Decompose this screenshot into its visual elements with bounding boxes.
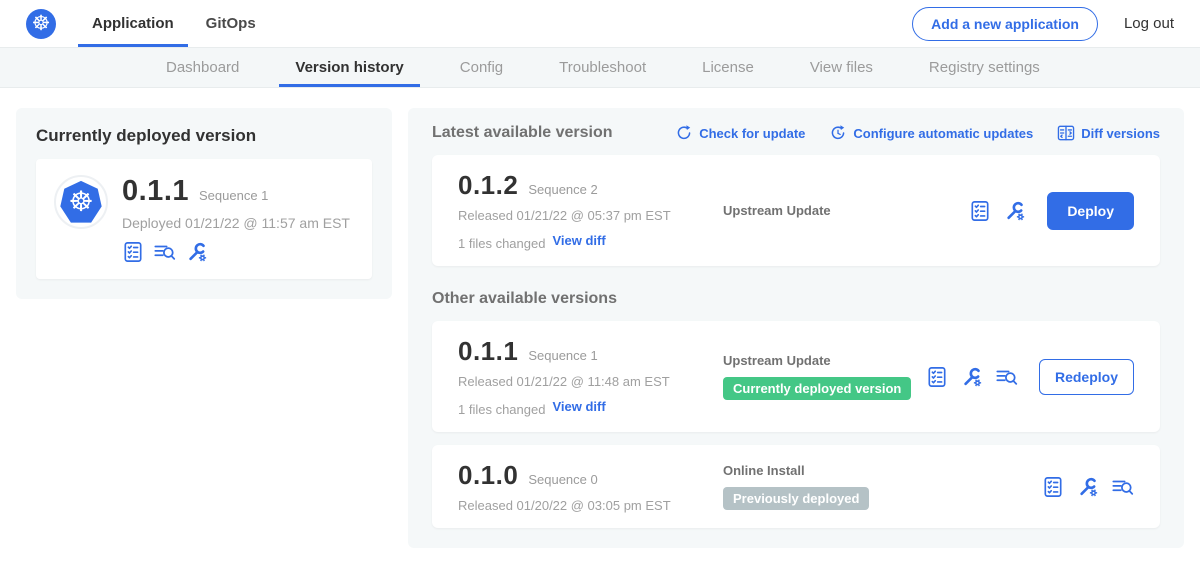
released-timestamp: Released 01/21/22 @ 05:37 pm EST [458, 208, 723, 223]
tab-license[interactable]: License [686, 48, 770, 87]
diff-icon [1057, 124, 1075, 142]
sequence-label: Sequence 1 [528, 348, 597, 363]
preflight-checks-icon[interactable] [1042, 476, 1064, 498]
tab-gitops[interactable]: GitOps [192, 0, 270, 47]
tab-application[interactable]: Application [78, 0, 188, 47]
refresh-icon [675, 124, 693, 142]
edit-config-icon[interactable] [186, 241, 208, 263]
released-timestamp: Released 01/20/22 @ 03:05 pm EST [458, 498, 723, 513]
check-for-update-link[interactable]: Check for update [675, 124, 805, 142]
tab-version-history[interactable]: Version history [279, 48, 419, 87]
clock-refresh-icon [829, 124, 847, 142]
configure-automatic-updates-link[interactable]: Configure automatic updates [829, 124, 1033, 142]
currently-deployed-badge: Currently deployed version [723, 377, 911, 400]
sequence-label: Sequence 2 [528, 182, 597, 197]
section-tabbar: Dashboard Version history Config Trouble… [0, 47, 1200, 88]
deploy-button[interactable]: Deploy [1047, 192, 1134, 230]
tab-troubleshoot[interactable]: Troubleshoot [543, 48, 662, 87]
tab-view-files[interactable]: View files [794, 48, 889, 87]
version-number: 0.1.0 [458, 460, 518, 491]
version-row-0-1-2: 0.1.2 Sequence 2 Released 01/21/22 @ 05:… [432, 155, 1160, 266]
redeploy-button[interactable]: Redeploy [1039, 359, 1134, 395]
files-changed-label: 1 files changed [458, 236, 545, 251]
edit-config-icon[interactable] [1004, 200, 1026, 222]
latest-version-header: Latest available version [432, 124, 613, 142]
deployed-version-card: ☸ 0.1.1 Sequence 1 Deployed 01/21/22 @ 1… [36, 159, 372, 279]
logout-button[interactable]: Log out [1124, 15, 1174, 32]
edit-config-icon[interactable] [1077, 476, 1099, 498]
deploy-logs-icon[interactable] [996, 366, 1018, 388]
version-source-label: Upstream Update [723, 203, 969, 218]
version-history-panel: Latest available version Check for updat… [408, 108, 1184, 548]
sequence-label: Sequence 0 [528, 472, 597, 487]
deployed-panel-title: Currently deployed version [36, 126, 372, 146]
tab-config[interactable]: Config [444, 48, 519, 87]
tab-dashboard[interactable]: Dashboard [150, 48, 255, 87]
tab-application-label: Application [92, 15, 174, 32]
deployed-sequence-label: Sequence 1 [199, 188, 268, 203]
files-changed-label: 1 files changed [458, 402, 545, 417]
edit-config-icon[interactable] [961, 366, 983, 388]
preflight-checks-icon[interactable] [926, 366, 948, 388]
view-diff-link[interactable]: View diff [552, 399, 605, 414]
tab-registry-settings[interactable]: Registry settings [913, 48, 1056, 87]
version-row-0-1-0: 0.1.0 Sequence 0 Released 01/20/22 @ 03:… [432, 445, 1160, 528]
released-timestamp: Released 01/21/22 @ 11:48 am EST [458, 374, 723, 389]
kubernetes-logo-icon: ☸ [26, 9, 56, 39]
version-number: 0.1.1 [458, 336, 518, 367]
preflight-checks-icon[interactable] [122, 241, 144, 263]
diff-versions-link[interactable]: Diff versions [1057, 124, 1160, 142]
version-source-label: Online Install [723, 463, 1042, 478]
add-application-button[interactable]: Add a new application [912, 7, 1098, 41]
app-icon: ☸ [54, 175, 108, 229]
tab-gitops-label: GitOps [206, 15, 256, 32]
deployed-timestamp: Deployed 01/21/22 @ 11:57 am EST [122, 215, 350, 231]
view-diff-link[interactable]: View diff [552, 233, 605, 248]
other-versions-header: Other available versions [432, 290, 1160, 308]
version-number: 0.1.2 [458, 170, 518, 201]
deployed-version-number: 0.1.1 [122, 175, 189, 208]
preflight-checks-icon[interactable] [969, 200, 991, 222]
previously-deployed-badge: Previously deployed [723, 487, 869, 510]
deploy-logs-icon[interactable] [1112, 476, 1134, 498]
deploy-logs-icon[interactable] [154, 241, 176, 263]
kubernetes-helm-icon: ☸ [59, 180, 103, 224]
version-row-0-1-1: 0.1.1 Sequence 1 Released 01/21/22 @ 11:… [432, 321, 1160, 432]
app-tabs: Application GitOps [78, 0, 270, 47]
currently-deployed-panel: Currently deployed version ☸ 0.1.1 Seque… [16, 108, 392, 299]
version-source-label: Upstream Update [723, 353, 926, 368]
top-navbar: ☸ Application GitOps Add a new applicati… [0, 0, 1200, 47]
